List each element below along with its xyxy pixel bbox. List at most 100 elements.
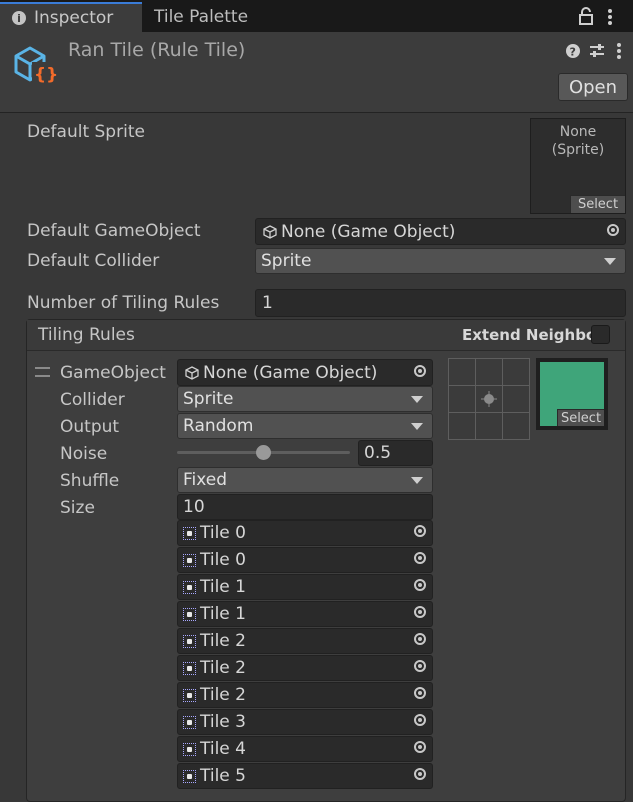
header-more-options-icon[interactable]: [614, 42, 624, 60]
asset-title: Ran Tile (Rule Tile): [68, 39, 246, 61]
rule-sprite-preview: Select: [540, 362, 604, 426]
rule-shuffle-label: Shuffle: [60, 471, 120, 491]
lock-icon[interactable]: [578, 7, 594, 25]
object-picker-icon[interactable]: [414, 606, 426, 618]
tile-sprite-field[interactable]: Tile 2: [177, 628, 433, 654]
object-picker-icon[interactable]: [607, 223, 619, 236]
rule-output-value: Random: [183, 416, 254, 436]
default-gameobject-field[interactable]: None (Game Object): [255, 218, 626, 245]
rule-gameobject-label: GameObject: [60, 363, 166, 383]
default-gameobject-value: None (Game Object): [281, 221, 456, 242]
object-picker-icon[interactable]: [414, 525, 426, 537]
drag-handle-icon[interactable]: [35, 367, 50, 377]
sprite-icon: [183, 688, 196, 702]
sprite-icon: [183, 526, 196, 540]
num-tiling-rules-input[interactable]: 1: [255, 289, 626, 317]
tile-sprite-name: Tile 2: [200, 685, 246, 705]
tile-sprite-list: Tile 0 Tile 0 Tile 1 Tile 1 Tile 2 Tile …: [177, 520, 433, 790]
rule-tile-icon: {}: [14, 46, 58, 85]
neighbor-rule-grid[interactable]: [448, 358, 530, 440]
tile-sprite-field[interactable]: Tile 1: [177, 574, 433, 600]
tile-sprite-name: Tile 1: [200, 604, 246, 624]
sprite-icon: [183, 661, 196, 675]
object-picker-icon[interactable]: [414, 714, 426, 726]
extend-neighbor-label: Extend Neighbor: [462, 326, 604, 344]
help-icon[interactable]: ?: [565, 43, 581, 59]
tile-sprite-name: Tile 1: [200, 577, 246, 597]
info-icon: i: [12, 11, 26, 25]
tile-sprite-name: Tile 4: [200, 739, 246, 759]
rule-collider-label: Collider: [60, 390, 125, 410]
noise-slider-thumb[interactable]: [256, 445, 271, 460]
object-picker-icon[interactable]: [414, 364, 426, 377]
object-picker-icon[interactable]: [414, 660, 426, 672]
object-picker-icon[interactable]: [414, 768, 426, 780]
cube-icon: [185, 365, 199, 380]
tile-sprite-name: Tile 0: [200, 523, 246, 543]
object-picker-icon[interactable]: [414, 552, 426, 564]
tile-sprite-name: Tile 3: [200, 712, 246, 732]
default-sprite-field[interactable]: None (Sprite) Select: [530, 118, 626, 214]
object-picker-icon[interactable]: [414, 687, 426, 699]
rule-collider-value: Sprite: [183, 389, 234, 409]
tab-tile-palette[interactable]: Tile Palette: [142, 2, 292, 32]
rule-sprite-field[interactable]: Select: [536, 358, 608, 430]
tile-sprite-field[interactable]: Tile 5: [177, 763, 433, 789]
sprite-icon: [183, 580, 196, 594]
cube-icon: [263, 224, 277, 239]
rule-collider-dropdown[interactable]: Sprite: [177, 386, 433, 412]
rule-output-label: Output: [60, 417, 120, 437]
tile-sprite-field[interactable]: Tile 4: [177, 736, 433, 762]
tab-inspector-label: Inspector: [34, 8, 114, 28]
tile-sprite-name: Tile 2: [200, 658, 246, 678]
object-picker-icon[interactable]: [414, 579, 426, 591]
rule-sprite-select-button[interactable]: Select: [557, 409, 604, 426]
tile-sprite-field[interactable]: Tile 2: [177, 655, 433, 681]
tile-sprite-field[interactable]: Tile 0: [177, 547, 433, 573]
tiling-rules-title: Tiling Rules: [38, 325, 135, 345]
noise-input[interactable]: 0.5: [358, 440, 433, 466]
svg-text:{}: {}: [34, 65, 58, 85]
sprite-type-text: (Sprite): [551, 142, 605, 158]
rule-output-dropdown[interactable]: Random: [177, 413, 433, 439]
sprite-icon: [183, 607, 196, 621]
more-options-icon[interactable]: [605, 8, 615, 26]
num-tiling-rules-label: Number of Tiling Rules: [27, 293, 220, 313]
sprite-icon: [183, 634, 196, 648]
rule-shuffle-value: Fixed: [183, 470, 228, 490]
sprite-icon: [183, 769, 196, 783]
tile-sprite-field[interactable]: Tile 1: [177, 601, 433, 627]
object-picker-icon[interactable]: [414, 633, 426, 645]
default-collider-label: Default Collider: [27, 251, 160, 271]
rule-size-label: Size: [60, 498, 95, 518]
sprite-none-text: None: [559, 124, 597, 140]
svg-text:?: ?: [570, 46, 576, 59]
extend-neighbor-checkbox[interactable]: [591, 325, 610, 344]
rule-shuffle-dropdown[interactable]: Fixed: [177, 467, 433, 493]
chevron-down-icon: [411, 423, 423, 430]
tile-sprite-name: Tile 0: [200, 550, 246, 570]
rule-noise-label: Noise: [60, 444, 108, 464]
tab-inspector[interactable]: i Inspector: [0, 2, 142, 32]
sprite-select-button[interactable]: Select: [570, 195, 625, 213]
rule-gameobject-value: None (Game Object): [203, 362, 378, 383]
sprite-icon: [183, 742, 196, 756]
rule-gameobject-field[interactable]: None (Game Object): [177, 359, 433, 386]
open-button[interactable]: Open: [558, 73, 628, 101]
size-input[interactable]: 10: [177, 494, 433, 520]
object-picker-icon[interactable]: [414, 741, 426, 753]
default-collider-dropdown[interactable]: Sprite: [255, 248, 626, 274]
tile-sprite-field[interactable]: Tile 2: [177, 682, 433, 708]
sprite-icon: [183, 553, 196, 567]
tile-sprite-name: Tile 5: [200, 766, 246, 786]
tab-tile-palette-label: Tile Palette: [154, 7, 249, 27]
tile-sprite-name: Tile 2: [200, 631, 246, 651]
default-collider-value: Sprite: [261, 251, 312, 271]
default-sprite-label: Default Sprite: [27, 122, 145, 142]
chevron-down-icon: [411, 477, 423, 484]
tile-sprite-field[interactable]: Tile 0: [177, 520, 433, 546]
chevron-down-icon: [604, 258, 616, 265]
default-gameobject-label: Default GameObject: [27, 221, 201, 241]
preset-icon[interactable]: [589, 43, 605, 59]
tile-sprite-field[interactable]: Tile 3: [177, 709, 433, 735]
